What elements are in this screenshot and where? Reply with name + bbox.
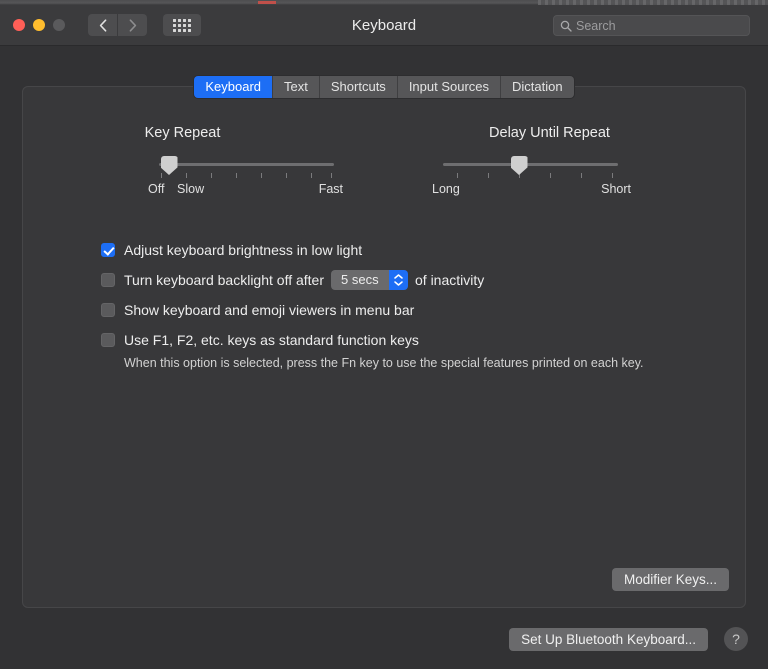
- tab-dictation[interactable]: Dictation: [501, 76, 574, 98]
- keyboard-preferences-window: Keyboard Keyboard Text Shortcuts Input S…: [0, 0, 768, 669]
- option-row-brightness[interactable]: Adjust keyboard brightness in low light: [101, 235, 644, 265]
- checkbox-show-viewers[interactable]: [101, 303, 115, 317]
- delay-until-repeat-slider[interactable]: Long Short: [443, 158, 618, 204]
- search-input[interactable]: [576, 19, 749, 33]
- backlight-timeout-value[interactable]: 5 secs: [331, 270, 389, 290]
- checkbox-backlight-off[interactable]: [101, 273, 115, 287]
- delay-until-repeat-block: Delay Until Repeat Long Short: [384, 125, 745, 204]
- background-accent-fragment: [258, 1, 276, 4]
- option-label-adjust-brightness: Adjust keyboard brightness in low light: [124, 242, 362, 258]
- checkbox-standard-function-keys[interactable]: [101, 333, 115, 347]
- slider-track[interactable]: [159, 163, 334, 166]
- key-repeat-second-label: Slow: [177, 182, 204, 196]
- key-repeat-max-label: Fast: [319, 182, 343, 196]
- key-repeat-label: Key Repeat: [23, 125, 384, 141]
- search-field[interactable]: [553, 15, 750, 36]
- option-row-emoji-viewer[interactable]: Show keyboard and emoji viewers in menu …: [101, 295, 644, 325]
- tab-shortcuts[interactable]: Shortcuts: [320, 76, 398, 98]
- option-label-backlight-off: Turn keyboard backlight off after: [124, 272, 324, 288]
- function-keys-hint: When this option is selected, press the …: [124, 356, 644, 370]
- stepper-arrows[interactable]: [389, 270, 408, 290]
- chevron-up-icon[interactable]: [394, 274, 403, 279]
- key-repeat-slider[interactable]: Off Slow Fast: [159, 158, 334, 204]
- tab-bar: Keyboard Text Shortcuts Input Sources Di…: [0, 76, 768, 98]
- tab-keyboard[interactable]: Keyboard: [194, 76, 273, 98]
- checkbox-adjust-brightness[interactable]: [101, 243, 115, 257]
- titlebar: Keyboard: [0, 5, 768, 46]
- option-row-backlight-timeout[interactable]: Turn keyboard backlight off after 5 secs…: [101, 265, 644, 295]
- modifier-keys-container: Modifier Keys...: [612, 568, 729, 591]
- search-icon: [560, 20, 572, 32]
- slider-ticks: [443, 173, 618, 179]
- delay-min-label: Long: [432, 182, 460, 196]
- key-repeat-min-label: Off: [148, 182, 164, 196]
- modifier-keys-button[interactable]: Modifier Keys...: [612, 568, 729, 591]
- delay-max-label: Short: [601, 182, 631, 196]
- option-label-show-viewers: Show keyboard and emoji viewers in menu …: [124, 302, 414, 318]
- option-label-standard-function-keys: Use F1, F2, etc. keys as standard functi…: [124, 332, 419, 348]
- option-row-function-keys[interactable]: Use F1, F2, etc. keys as standard functi…: [101, 325, 644, 355]
- key-repeat-block: Key Repeat Off Slow Fast: [23, 125, 384, 204]
- slider-ticks: [159, 173, 334, 179]
- backlight-timeout-stepper[interactable]: 5 secs: [331, 270, 408, 290]
- keyboard-settings-panel: Key Repeat Off Slow Fast: [22, 86, 746, 608]
- tab-input-sources[interactable]: Input Sources: [398, 76, 501, 98]
- help-button[interactable]: ?: [724, 627, 748, 651]
- tab-text[interactable]: Text: [273, 76, 320, 98]
- option-label-inactivity: of inactivity: [415, 272, 484, 288]
- set-up-bluetooth-keyboard-button[interactable]: Set Up Bluetooth Keyboard...: [509, 628, 708, 651]
- chevron-down-icon[interactable]: [394, 281, 403, 286]
- slider-track[interactable]: [443, 163, 618, 166]
- window-footer: Set Up Bluetooth Keyboard... ?: [0, 627, 768, 651]
- slider-section: Key Repeat Off Slow Fast: [23, 125, 745, 204]
- delay-until-repeat-label: Delay Until Repeat: [384, 125, 745, 141]
- options-list: Adjust keyboard brightness in low light …: [101, 235, 644, 370]
